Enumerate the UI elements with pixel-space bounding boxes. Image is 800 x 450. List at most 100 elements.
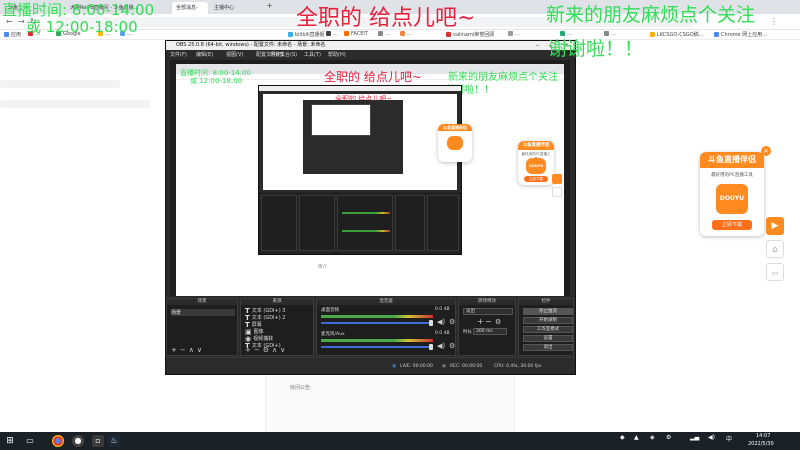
browser-tab[interactable]: 主播中心 [210,2,260,14]
douyu-small-side-btn[interactable] [552,187,562,197]
tray-icon[interactable]: ▲ [634,434,639,441]
tray-icon[interactable]: ⚙ [666,434,671,441]
add-icon[interactable]: + [245,346,254,354]
up-icon[interactable]: ∧ [189,346,197,354]
menu-help[interactable]: 帮助(H) [328,51,346,58]
play-icon[interactable]: ▶ [766,217,784,235]
obs-title: OBS 25.0.8 (64-bit, windows) - 配置文件: 未命名… [176,42,326,48]
new-tab-icon[interactable]: + [266,1,273,10]
nested-douyu-logo [447,136,463,150]
douyu-small-logo: DOUYU [526,158,546,174]
bookmark-item[interactable]: … [508,31,520,37]
mixer-dock: 混音器 桌面音频 0.0 dB ◀) ⚙ 麦克风/Aux 0.0 dB ◀) ⚙ [316,298,456,356]
source-toolbar: +−⚙∧∨ [245,346,288,354]
obs-icon[interactable]: ● [72,435,84,447]
nested-dock [427,195,459,251]
rec-icon: ● [442,364,446,369]
gear-icon[interactable]: ⚙ [449,342,455,350]
transition-type: 淡出 [466,309,475,314]
obs-preview[interactable]: 直播时间: 8:00-14:00 或 12:00-18:00 全职的 给点儿吧~… [170,60,570,320]
menu-file[interactable]: 文件(F) [170,51,187,58]
windows-start-icon[interactable]: ⊞ [4,435,16,447]
gear-icon[interactable]: ⚙ [449,318,455,326]
start-recording-button[interactable]: 开始录制 [523,317,573,324]
menu-icon[interactable]: ⋮ [770,17,778,26]
app-icon[interactable]: ▭ [766,263,784,281]
network-icon[interactable]: ▂▄ [690,434,699,441]
nested-nested-screen [311,104,371,136]
menu-scene-collection[interactable]: 场景集合(S) [270,51,297,58]
clock-date[interactable]: 2022/5/30 [748,441,774,447]
remove-icon[interactable]: − [254,346,263,354]
douyu-card[interactable]: 斗鱼直播伴侣 最好用的PC直播工具 DOUYU 立即下载 [700,152,764,236]
bookmark-item[interactable]: Chrome 网上应用… [714,31,767,38]
tab-label: 全部消息- [176,5,198,11]
minimize-icon[interactable]: – [536,41,539,50]
scene-toolbar: +−∧∨ [171,346,205,354]
transition-select[interactable]: 淡出 [463,308,513,315]
settings-button[interactable]: 设置 [523,335,573,342]
app-icon[interactable]: ▫ [92,435,104,447]
windows-taskbar: ⊞ ▭ ● ▫ ♨ ◆ ▲ ◈ ⚙ ▂▄ ◀) 中 14:07 2022/5/3… [0,432,800,450]
gear-icon[interactable]: ⚙ [495,318,501,326]
clock-time[interactable]: 14:07 [756,433,770,439]
close-icon[interactable]: × [761,146,771,156]
douyu-small-side-btn[interactable] [552,174,562,184]
task-view-icon[interactable]: ▭ [24,435,36,447]
remove-icon[interactable]: − [180,346,189,354]
chrome-icon[interactable] [52,435,64,447]
volume-knob[interactable] [429,320,433,326]
transitions-title: 转场特效 [459,299,515,305]
add-icon[interactable]: + [477,317,484,326]
audio-meter [321,315,433,318]
volume-slider[interactable] [321,322,433,324]
steam-icon[interactable]: ♨ [108,435,120,447]
obs-dock-area: 场景 场景 +−∧∨ 来源 T 文本 (GDI+) 3 T 文本 (GDI+) 2 … [166,296,575,356]
gear-icon[interactable]: ⚙ [263,346,272,354]
nested-page-footer: 简介 [318,265,327,270]
remove-icon[interactable]: − [485,317,492,326]
home-icon[interactable]: ⌂ [766,240,784,258]
add-icon[interactable]: + [171,346,180,354]
nested-obs-window: 全职的 给点儿吧~ [258,85,462,255]
scene-item[interactable]: 场景 [171,309,235,316]
speaker-icon[interactable]: ◀) [437,342,445,350]
exit-button[interactable]: 退出 [523,344,573,351]
menu-edit[interactable]: 编辑(E) [196,51,213,58]
obs-menu-bar: 文件(F) 编辑(E) 视图(V) 配置文件(P) 场景集合(S) 工具(T) … [166,50,575,59]
page-left-area [0,40,168,432]
menu-tools[interactable]: 工具(T) [304,51,321,58]
douyu-download-button[interactable]: 立即下载 [712,220,752,230]
tray-icon[interactable]: ◈ [650,434,655,441]
studio-mode-button[interactable]: 工作室模式 [523,326,573,333]
down-icon[interactable]: ∨ [280,346,288,354]
menu-view[interactable]: 视图(V) [226,51,243,58]
stop-streaming-button[interactable]: 停止推流 [523,308,573,315]
douyu-small-card[interactable]: 斗鱼直播伴侣 最好用的PC直播工具 DOUYU 立即下载 [518,141,554,185]
cpu-status: CPU: 0.4%, 30.00 fps [494,364,542,369]
speaker-icon[interactable]: ◀) [437,318,445,326]
douyu-card-desc: 最好用的PC直播工具 [711,173,753,178]
nested-dock [337,195,393,251]
volume-knob[interactable] [429,344,433,350]
input-language[interactable]: 中 [726,434,732,443]
bookmark-item[interactable]: LKCSGO-CSGO稿… [650,31,704,38]
obs-status-bar: ▣ LIVE: 00:00:00 ● REC: 00:00:00 CPU: 0.… [166,357,575,374]
live-icon: ▣ [392,364,397,369]
nested-nested-window [303,100,403,174]
douyu-small-download[interactable]: 立即下载 [524,176,548,182]
tray-icon[interactable]: ◆ [620,434,625,441]
bookmark-item[interactable]: valinami荣誉回顾 [446,31,494,38]
duration-input[interactable]: 300 ms [473,328,507,335]
browser-tab-active[interactable]: 全部消息- [172,2,208,14]
bookmark-item[interactable]: bilibili直播姬 [288,31,325,38]
volume-icon[interactable]: ◀) [708,434,715,441]
bookmark-item[interactable]: 应用 [4,31,21,38]
up-icon[interactable]: ∧ [272,346,280,354]
nested-obs-preview: 全职的 给点儿吧~ [263,94,457,190]
audio-meter [321,339,433,342]
down-icon[interactable]: ∨ [197,346,205,354]
volume-slider[interactable] [321,346,433,348]
nested-red-title: 全职的 给点儿吧~ [324,70,422,84]
preview-capture: 直播时间: 8:00-14:00 或 12:00-18:00 全职的 给点儿吧~… [176,64,564,316]
